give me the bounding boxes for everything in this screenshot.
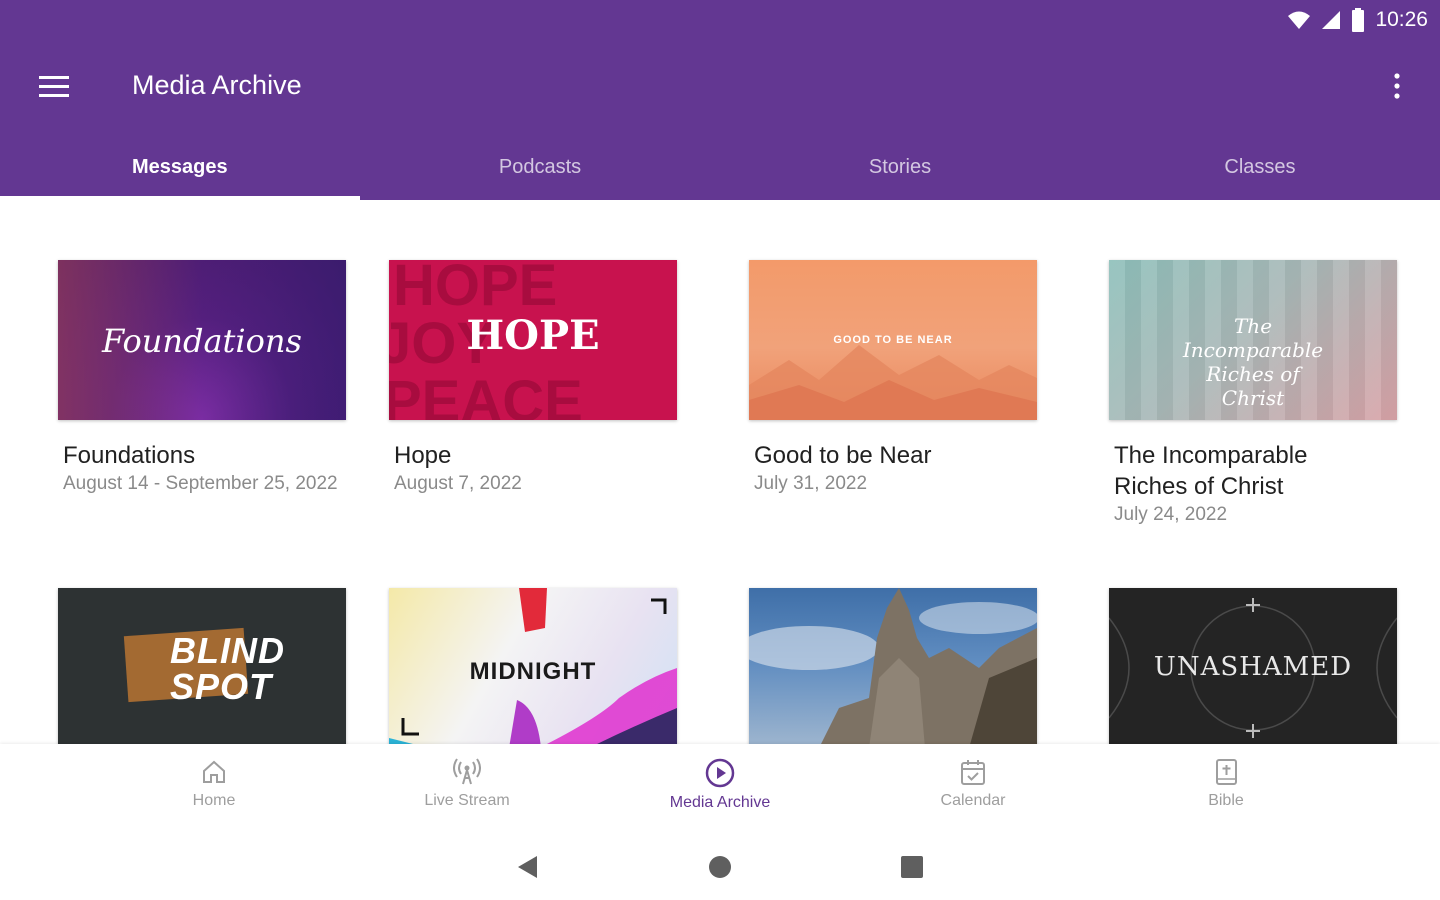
bible-icon xyxy=(1216,759,1237,785)
series-thumbnail: MIDNIGHT xyxy=(389,588,677,744)
nav-media-archive[interactable]: Media Archive xyxy=(640,744,800,834)
series-title: Good to be Near xyxy=(754,442,932,469)
play-circle-icon xyxy=(705,758,735,788)
series-card-cathedral[interactable] xyxy=(749,588,1039,744)
series-art-text: HOPE xyxy=(466,312,600,359)
status-bar: 10:26 xyxy=(1287,0,1428,40)
series-card-foundations[interactable]: Foundations Foundations August 14 - Sept… xyxy=(58,260,348,495)
tab-messages[interactable]: Messages xyxy=(0,138,360,200)
series-card-midnight[interactable]: MIDNIGHT xyxy=(389,588,679,744)
series-thumbnail xyxy=(749,588,1037,744)
recents-square-icon xyxy=(901,856,923,878)
status-time: 10:26 xyxy=(1375,8,1428,31)
series-card-hope[interactable]: HOPE JOY PEACE HOPE Hope August 7, 2022 xyxy=(389,260,679,495)
series-date: August 14 - September 25, 2022 xyxy=(63,473,338,494)
series-card-blind-spot[interactable]: BLIND SPOT xyxy=(58,588,348,744)
series-art-text: MIDNIGHT xyxy=(469,658,597,685)
series-thumbnail: BLIND SPOT xyxy=(58,588,346,744)
series-date: July 24, 2022 xyxy=(1114,504,1228,525)
tab-classes[interactable]: Classes xyxy=(1080,138,1440,200)
nav-label: Media Archive xyxy=(669,794,771,811)
nav-label: Calendar xyxy=(940,792,1006,809)
recents-button[interactable] xyxy=(897,852,927,882)
series-art-text: The Incomparable Riches of Christ xyxy=(1182,314,1324,410)
series-date: August 7, 2022 xyxy=(394,473,522,494)
nav-calendar[interactable]: Calendar xyxy=(893,744,1053,834)
series-art-text: Foundations xyxy=(102,322,302,360)
toolbar: Media Archive xyxy=(0,52,1440,120)
tab-bar: Messages Podcasts Stories Classes xyxy=(0,138,1440,200)
series-art-bg-word: PEACE xyxy=(389,369,583,420)
series-thumbnail: Foundations xyxy=(58,260,346,420)
nav-home[interactable]: Home xyxy=(134,744,294,834)
series-thumbnail: HOPE JOY PEACE HOPE xyxy=(389,260,677,420)
series-card-good-to-be-near[interactable]: GOOD TO BE NEAR Good to be Near July 31,… xyxy=(749,260,1039,495)
series-thumbnail: The Incomparable Riches of Christ xyxy=(1109,260,1397,420)
calendar-icon xyxy=(961,760,985,785)
series-title: Foundations xyxy=(63,442,196,469)
back-triangle-icon xyxy=(518,856,537,878)
home-circle-icon xyxy=(709,856,731,878)
series-card-unashamed[interactable]: UNASHAMED xyxy=(1109,588,1399,744)
broadcast-icon xyxy=(453,758,481,785)
cathedral-photo xyxy=(749,588,1037,744)
tab-stories[interactable]: Stories xyxy=(720,138,1080,200)
nav-label: Bible xyxy=(1208,792,1244,809)
series-title: The Incomparable Riches of Christ xyxy=(1114,442,1308,500)
series-thumbnail: UNASHAMED xyxy=(1109,588,1397,744)
series-card-incomparable-riches[interactable]: The Incomparable Riches of Christ The In… xyxy=(1109,260,1399,526)
series-art-text: GOOD TO BE NEAR xyxy=(833,334,953,346)
series-art-text: UNASHAMED xyxy=(1153,652,1353,682)
nav-bible[interactable]: Bible xyxy=(1146,744,1306,834)
wifi-icon xyxy=(1287,10,1311,30)
page-title: Media Archive xyxy=(132,70,302,100)
home-icon xyxy=(203,760,225,783)
series-grid: Foundations Foundations August 14 - Sept… xyxy=(0,200,1440,744)
home-system-button[interactable] xyxy=(705,852,735,882)
tab-podcasts[interactable]: Podcasts xyxy=(360,138,720,200)
series-art-text: SPOT xyxy=(170,666,273,707)
system-nav-bar xyxy=(0,834,1440,900)
more-vert-icon xyxy=(1394,73,1400,99)
nav-label: Live Stream xyxy=(424,792,510,809)
nav-label: Home xyxy=(192,792,236,809)
menu-button[interactable] xyxy=(24,66,84,106)
series-title: Hope xyxy=(394,442,452,469)
hamburger-menu-icon xyxy=(39,76,69,97)
series-date: July 31, 2022 xyxy=(754,473,868,494)
overflow-menu-button[interactable] xyxy=(1382,66,1412,106)
series-thumbnail: GOOD TO BE NEAR xyxy=(749,260,1037,420)
battery-icon xyxy=(1351,8,1365,32)
signal-icon xyxy=(1321,10,1341,30)
app-bar: 10:26 Media Archive Messages Podcasts St… xyxy=(0,0,1440,200)
bottom-navigation: Home Live Stream Media Archive Calendar xyxy=(0,744,1440,834)
back-button[interactable] xyxy=(512,852,542,882)
nav-live-stream[interactable]: Live Stream xyxy=(387,744,547,834)
